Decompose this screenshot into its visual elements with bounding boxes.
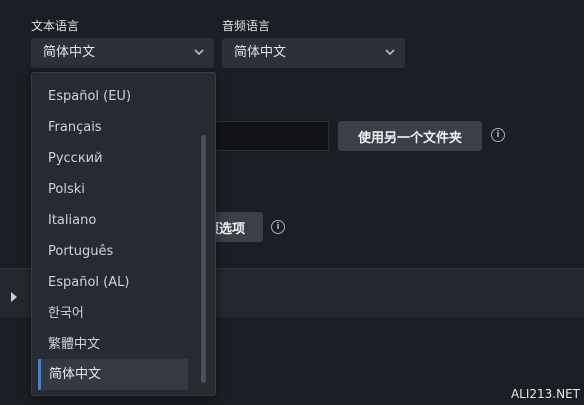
info-icon[interactable]: i xyxy=(271,220,285,234)
info-icon[interactable]: i xyxy=(491,128,505,142)
language-option[interactable]: Русский xyxy=(32,143,192,174)
language-option[interactable]: 한국어 xyxy=(32,298,192,329)
text-language-value: 简体中文 xyxy=(43,45,96,60)
use-other-folder-button[interactable]: 使用另一个文件夹 xyxy=(338,121,482,151)
text-language-select[interactable]: 简体中文 xyxy=(31,38,214,68)
language-option[interactable]: Português xyxy=(32,236,192,267)
language-option[interactable]: Français xyxy=(32,112,192,143)
language-option[interactable]: Polski xyxy=(32,174,192,205)
language-option[interactable]: Español (EU) xyxy=(32,81,192,112)
audio-language-label: 音频语言 xyxy=(222,19,271,33)
audio-language-value: 简体中文 xyxy=(234,45,287,60)
language-option[interactable]: Italiano xyxy=(32,205,192,236)
text-language-dropdown: Español (EU) Français Русский Polski Ita… xyxy=(31,72,216,396)
text-language-label: 文本语言 xyxy=(31,19,80,33)
language-option[interactable]: 繁體中文 xyxy=(32,329,192,360)
language-option-selected[interactable]: 简体中文 xyxy=(38,359,188,390)
chevron-down-icon xyxy=(385,38,395,80)
audio-language-select[interactable]: 简体中文 xyxy=(222,38,405,68)
language-option[interactable]: Español (AL) xyxy=(32,267,192,298)
dropdown-scrollbar[interactable] xyxy=(201,135,206,383)
caret-right-icon[interactable] xyxy=(11,287,17,306)
watermark: ALI213.NET xyxy=(510,387,580,401)
